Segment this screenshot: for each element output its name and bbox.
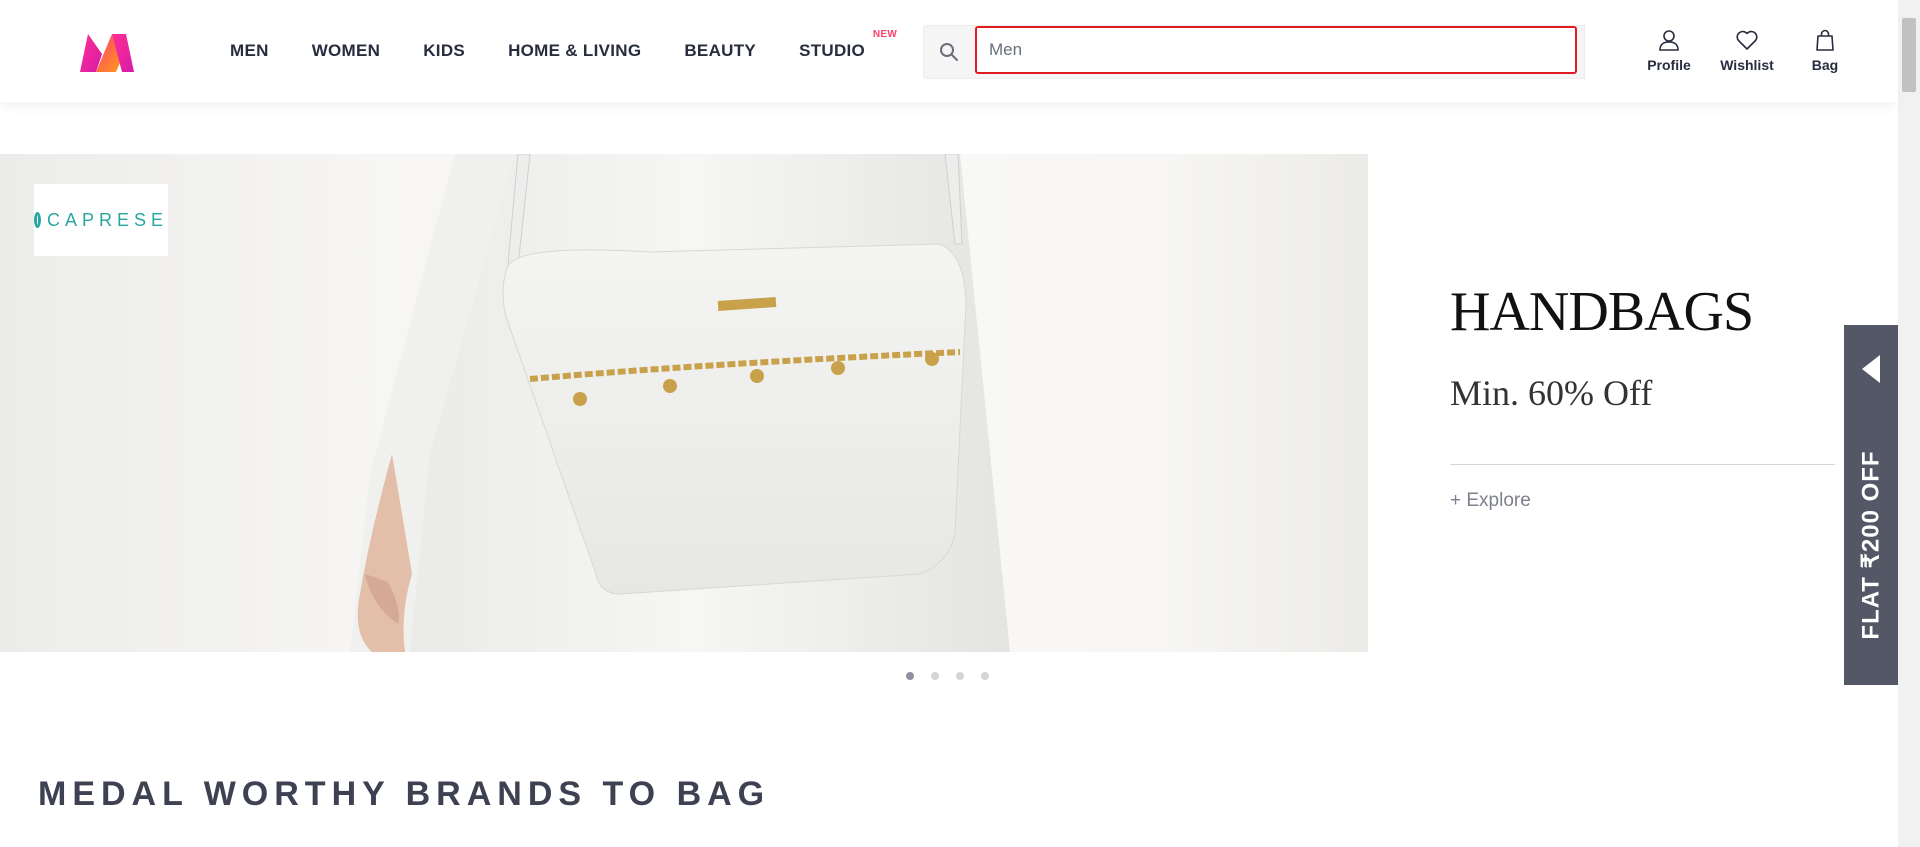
- bag-icon: [1816, 29, 1834, 51]
- carousel-dot[interactable]: [906, 672, 914, 680]
- chevron-left-icon[interactable]: [1862, 355, 1880, 383]
- brand-logo: CAPRESE: [34, 184, 168, 256]
- carousel-dots: [906, 672, 1006, 680]
- offer-text: FLAT ₹200 OFF: [1857, 450, 1885, 640]
- myntra-logo[interactable]: [76, 30, 138, 74]
- hero-banner[interactable]: CAPRESE: [0, 154, 1368, 652]
- search-input[interactable]: [975, 26, 1577, 74]
- bag-label: Bag: [1811, 57, 1839, 73]
- scroll-thumb[interactable]: [1902, 18, 1916, 92]
- search-icon[interactable]: [924, 26, 974, 78]
- top-header: MEN WOMEN KIDS HOME & LIVING BEAUTY STUD…: [0, 0, 1898, 102]
- handbag-model-image: [350, 154, 1010, 652]
- promo-subtitle: Min. 60% Off: [1450, 373, 1653, 413]
- section-title: MEDAL WORTHY BRANDS TO BAG: [38, 775, 771, 813]
- nav-women[interactable]: WOMEN: [312, 41, 381, 61]
- main-nav: MEN WOMEN KIDS HOME & LIVING BEAUTY STUD…: [230, 0, 908, 102]
- nav-studio[interactable]: STUDIO NEW: [799, 29, 897, 61]
- carousel-dot[interactable]: [956, 672, 964, 680]
- profile-label: Profile: [1647, 57, 1691, 73]
- explore-link[interactable]: + Explore: [1450, 490, 1531, 512]
- nav-home-living[interactable]: HOME & LIVING: [508, 41, 641, 61]
- nav-kids[interactable]: KIDS: [423, 41, 465, 61]
- brand-ring-icon: [34, 212, 41, 228]
- profile-icon: [1659, 30, 1679, 51]
- carousel-dot[interactable]: [981, 672, 989, 680]
- header-actions: Profile Wishlist Bag: [1630, 28, 1864, 73]
- page-scrollbar[interactable]: [1898, 0, 1920, 847]
- nav-men[interactable]: MEN: [230, 41, 269, 61]
- wishlist-label: Wishlist: [1720, 57, 1774, 73]
- heart-icon: [1736, 30, 1758, 50]
- wishlist-button[interactable]: Wishlist: [1708, 28, 1786, 73]
- new-badge: NEW: [872, 29, 898, 40]
- promo-divider: [1450, 464, 1835, 465]
- flat-offer-tab[interactable]: FLAT ₹200 OFF: [1844, 325, 1898, 685]
- bag-button[interactable]: Bag: [1786, 28, 1864, 73]
- promo-title: HANDBAGS: [1450, 281, 1754, 343]
- nav-beauty[interactable]: BEAUTY: [684, 41, 756, 61]
- carousel-dot[interactable]: [931, 672, 939, 680]
- profile-button[interactable]: Profile: [1630, 28, 1708, 73]
